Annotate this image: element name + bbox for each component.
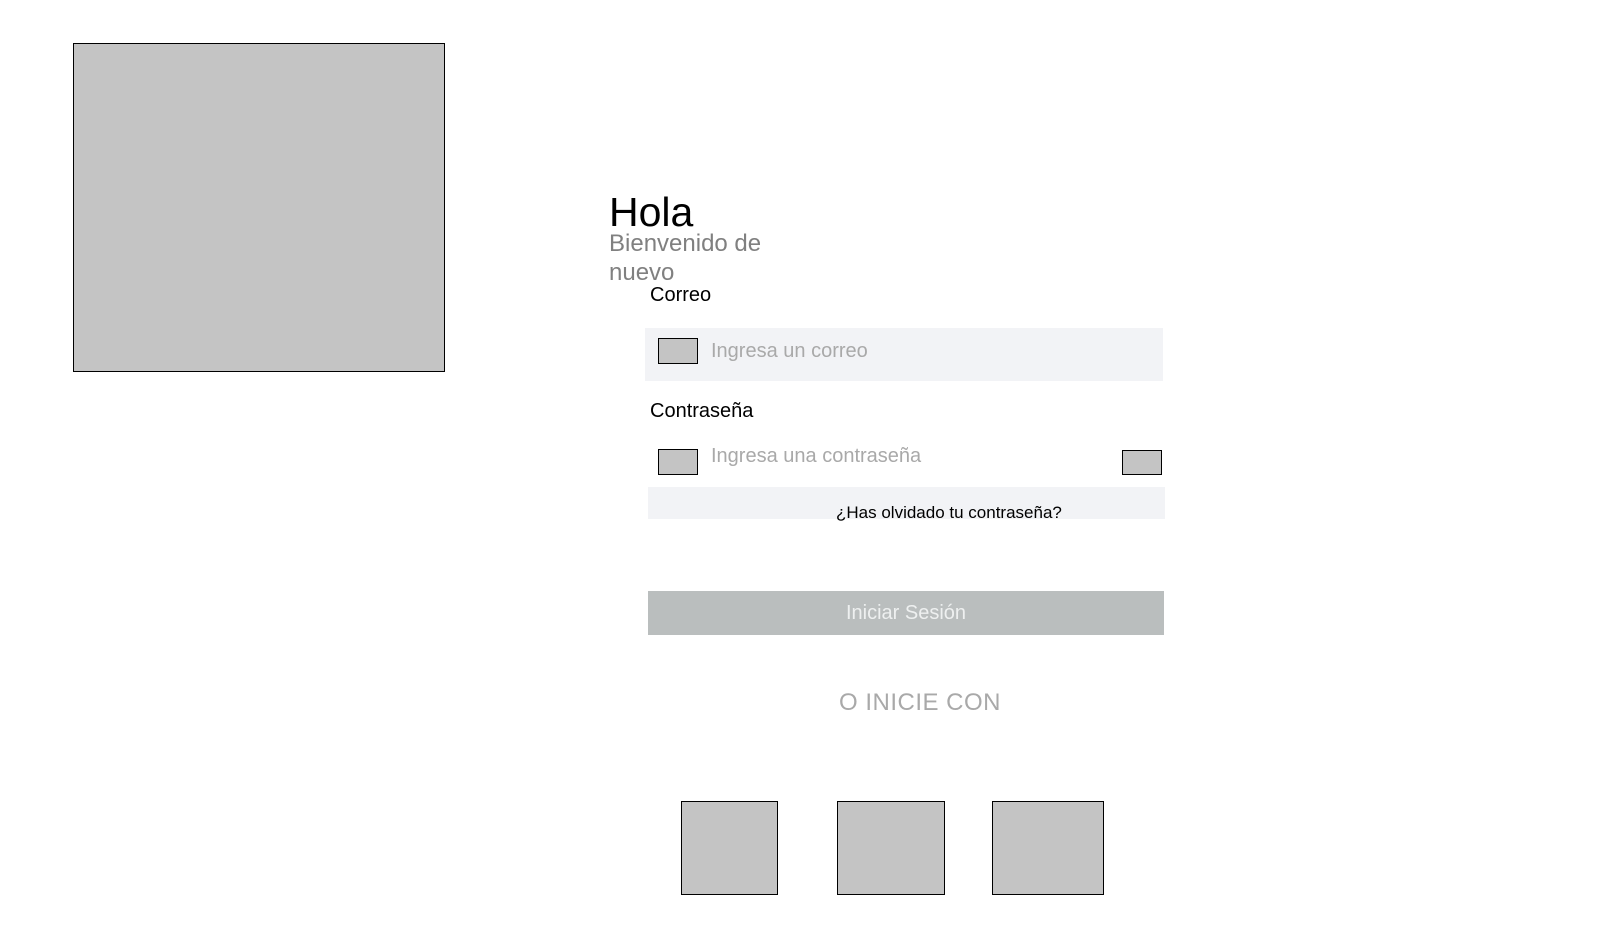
email-label: Correo [650,284,712,306]
email-icon [658,338,698,364]
lock-icon [658,449,698,475]
social-login-button-2[interactable] [837,801,945,895]
eye-icon[interactable] [1122,450,1162,475]
social-login-button-1[interactable] [681,801,778,895]
login-button[interactable]: Iniciar Sesión [648,591,1164,635]
logo-image-placeholder [73,43,445,372]
password-input[interactable] [711,444,1111,468]
forgot-password-link[interactable]: ¿Has olvidado tu contraseña? [836,503,1062,523]
greeting-subtitle: Bienvenido de nuevo [609,230,762,286]
social-login-button-3[interactable] [992,801,1104,895]
email-input[interactable] [711,339,1151,363]
password-label: Contraseña [650,400,754,422]
alt-login-divider: O INICIE CON [838,689,1001,716]
